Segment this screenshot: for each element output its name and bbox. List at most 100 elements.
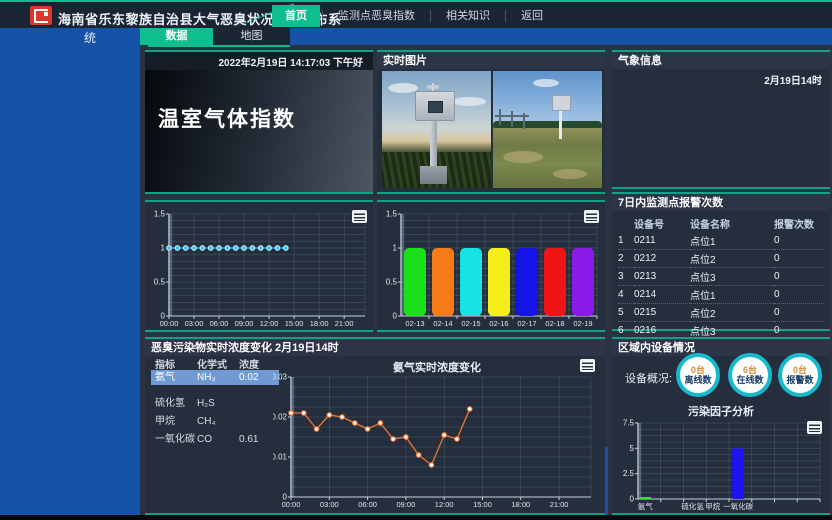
panel-greenhouse-chart: 00.511.500:0003:0006:0009:0012:0015:0018… [145, 200, 373, 332]
panel-alarm-table: 7日内监测点报警次数 设备号 设备名称 报警次数 10211点位10 20212… [612, 192, 830, 331]
site-photo-1 [382, 71, 491, 188]
cloud-shape [533, 79, 559, 87]
alarm-panel-title: 7日内监测点报警次数 [612, 194, 830, 211]
svg-text:2.5: 2.5 [623, 469, 635, 478]
top-bar: 海南省乐东黎族自治县大气恶臭状况实时发布系 首页 监测点恶臭指数 相关知识 返回 [0, 0, 832, 28]
col-device-id: 设备号 [634, 215, 690, 232]
chart-menu-icon[interactable] [580, 359, 595, 372]
datetime-text: 2022年2月19日 14:17:03 下午好 [145, 52, 373, 70]
tab-underline [148, 45, 290, 47]
svg-text:18:00: 18:00 [511, 500, 530, 509]
tab-data[interactable]: 数据 [140, 28, 213, 45]
daily-bar-chart: 00.511.502-1302-1402-1502-1602-1702-1802… [379, 204, 603, 332]
nav-odor-index[interactable]: 监测点恶臭指数 [325, 5, 428, 27]
panel-greenhouse-index: 2022年2月19日 14:17:03 下午好 温室气体指数 [145, 50, 373, 194]
fence-post [499, 109, 501, 125]
svg-text:甲烷: 甲烷 [705, 501, 720, 511]
dirt-patch [553, 169, 587, 179]
svg-text:02-17: 02-17 [517, 319, 536, 328]
col-alarm-count: 报警次数 [774, 215, 824, 232]
ammonia-line-chart: 00.010.020.0300:0003:0006:0009:0012:0015… [273, 373, 599, 513]
pollutant-row-co[interactable]: 一氧化碳CO0.61 [151, 432, 279, 447]
nav-divider [322, 10, 323, 22]
app-logo-icon [30, 6, 52, 25]
svg-text:1: 1 [393, 244, 398, 253]
station-base [420, 166, 447, 184]
svg-text:硫化氢: 硫化氢 [681, 501, 704, 511]
chart-menu-icon[interactable] [352, 210, 367, 223]
nav-home[interactable]: 首页 [272, 5, 320, 27]
station-box [552, 95, 571, 111]
online-count-badge: 6台 在线数 [728, 353, 772, 397]
svg-text:03:00: 03:00 [320, 500, 339, 509]
svg-text:0.02: 0.02 [273, 413, 288, 422]
station-antenna [432, 83, 434, 91]
table-row[interactable]: 50215点位20 [618, 304, 824, 322]
chart-menu-icon[interactable] [807, 421, 822, 434]
chart-menu-icon[interactable] [584, 210, 599, 223]
bottom-edge [0, 515, 832, 520]
svg-text:5: 5 [630, 444, 635, 453]
svg-text:15:00: 15:00 [285, 319, 304, 328]
svg-text:一氧化碳: 一氧化碳 [723, 501, 753, 511]
pollutant-row-h2s[interactable]: 硫化氢H₂S [151, 396, 279, 411]
svg-text:06:00: 06:00 [210, 319, 229, 328]
svg-text:09:00: 09:00 [235, 319, 254, 328]
col-device-name: 设备名称 [690, 215, 774, 232]
greenhouse-line-chart: 00.511.500:0003:0006:0009:0012:0015:0018… [147, 204, 371, 332]
svg-text:02-19: 02-19 [573, 319, 592, 328]
svg-text:03:00: 03:00 [185, 319, 204, 328]
table-row[interactable]: 10211点位10 [618, 232, 824, 250]
panel-weather: 气象信息 2月19日14时 [612, 50, 830, 189]
station-pole [430, 120, 437, 168]
alarm-count-badge: 0台 报警数 [778, 353, 822, 397]
weather-panel-title: 气象信息 [612, 52, 830, 69]
alarm-table-header: 设备号 设备名称 报警次数 [618, 215, 824, 232]
station-screen [428, 101, 443, 113]
main-nav: 首页 监测点恶臭指数 相关知识 返回 [272, 5, 556, 27]
nav-divider [430, 10, 431, 22]
pollutant-row-ammonia[interactable]: 氨气NH₃0.02 [151, 370, 279, 385]
svg-text:00:00: 00:00 [282, 500, 301, 509]
svg-text:0.5: 0.5 [154, 278, 166, 287]
photo-row [382, 71, 602, 188]
cloud-shape [452, 97, 486, 106]
svg-text:12:00: 12:00 [260, 319, 279, 328]
table-row[interactable]: 40214点位10 [618, 286, 824, 304]
nav-knowledge[interactable]: 相关知识 [433, 5, 503, 27]
greeting-body: 温室气体指数 [145, 70, 373, 192]
svg-text:02-14: 02-14 [433, 319, 452, 328]
dashboard-root: 海南省乐东黎族自治县大气恶臭状况实时发布系 首页 监测点恶臭指数 相关知识 返回… [0, 0, 832, 520]
svg-text:06:00: 06:00 [358, 500, 377, 509]
tab-map[interactable]: 地图 [213, 28, 290, 45]
svg-text:0.03: 0.03 [273, 373, 288, 382]
svg-text:0: 0 [393, 312, 398, 321]
sub-bar [0, 28, 832, 45]
svg-text:1.5: 1.5 [386, 210, 398, 219]
svg-text:15:00: 15:00 [473, 500, 492, 509]
app-title-wrap: 统 [84, 29, 96, 46]
svg-text:1: 1 [161, 244, 166, 253]
dirt-patch [503, 151, 543, 163]
alarm-table: 设备号 设备名称 报警次数 10211点位10 20212点位20 30213点… [618, 215, 824, 340]
svg-text:1.5: 1.5 [154, 210, 166, 219]
pollutant-panel-title: 恶臭污染物实时浓度变化 2月19日14时 [145, 339, 605, 356]
pollutant-row-ch4[interactable]: 甲烷CH₄ [151, 414, 279, 429]
svg-text:02-15: 02-15 [461, 319, 480, 328]
svg-text:21:00: 21:00 [335, 319, 354, 328]
table-row[interactable]: 30213点位30 [618, 268, 824, 286]
svg-text:02-18: 02-18 [545, 319, 564, 328]
pollution-factor-title: 污染因子分析 [612, 403, 830, 419]
svg-text:18:00: 18:00 [310, 319, 329, 328]
cloud-shape [388, 83, 418, 93]
nav-back[interactable]: 返回 [508, 5, 556, 27]
device-overview-label: 设备概况: [625, 370, 672, 386]
svg-text:00:00: 00:00 [160, 319, 179, 328]
fence-post [511, 111, 513, 127]
table-row[interactable]: 20212点位20 [618, 250, 824, 268]
svg-text:21:00: 21:00 [550, 500, 569, 509]
svg-text:0: 0 [630, 495, 635, 504]
weather-time: 2月19日14时 [612, 69, 830, 87]
greenhouse-index-title: 温室气体指数 [158, 103, 296, 133]
svg-text:02-13: 02-13 [405, 319, 424, 328]
